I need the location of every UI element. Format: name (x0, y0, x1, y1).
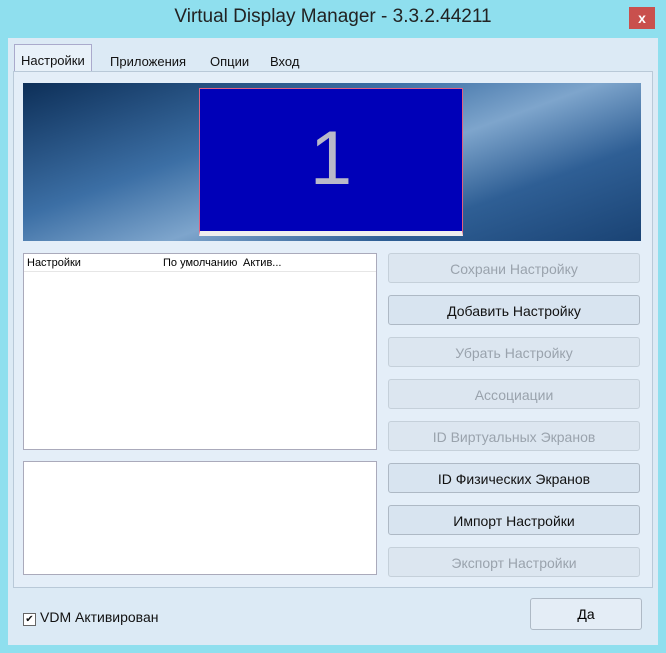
settings-list[interactable]: Настройки По умолчанию Актив... (23, 253, 377, 450)
close-button[interactable]: x (629, 7, 655, 29)
column-default[interactable]: По умолчанию (163, 257, 237, 269)
monitor-1[interactable]: 1 (199, 88, 463, 236)
column-settings[interactable]: Настройки (27, 257, 81, 269)
display-preview: 1 (23, 83, 641, 241)
column-active[interactable]: Актив... (243, 257, 281, 269)
checkbox-label: VDM Активирован (40, 609, 159, 625)
details-box[interactable] (23, 461, 377, 575)
vdm-activated-checkbox[interactable]: ✔ VDM Активирован (23, 609, 158, 626)
ok-button[interactable]: Да (530, 598, 642, 630)
export-settings-button[interactable]: Экспорт Настройки (388, 547, 640, 577)
settings-panel: 1 Настройки По умолчанию Актив... Сохран… (13, 71, 653, 588)
save-settings-button[interactable]: Сохрани Настройку (388, 253, 640, 283)
add-settings-button[interactable]: Добавить Настройку (388, 295, 640, 325)
tab-options[interactable]: Опции (204, 50, 255, 73)
virtual-screen-ids-button[interactable]: ID Виртуальных Экранов (388, 421, 640, 451)
client-area: Настройки Приложения Опции Вход 1 Настро… (8, 38, 658, 645)
list-header: Настройки По умолчанию Актив... (24, 254, 376, 272)
window-title: Virtual Display Manager - 3.3.2.44211 (174, 6, 492, 27)
tab-login[interactable]: Вход (264, 50, 305, 73)
import-settings-button[interactable]: Импорт Настройки (388, 505, 640, 535)
remove-settings-button[interactable]: Убрать Настройку (388, 337, 640, 367)
tab-applications[interactable]: Приложения (104, 50, 192, 73)
checkbox-check-icon[interactable]: ✔ (23, 613, 36, 626)
associations-button[interactable]: Ассоциации (388, 379, 640, 409)
physical-screen-ids-button[interactable]: ID Физических Экранов (388, 463, 640, 493)
